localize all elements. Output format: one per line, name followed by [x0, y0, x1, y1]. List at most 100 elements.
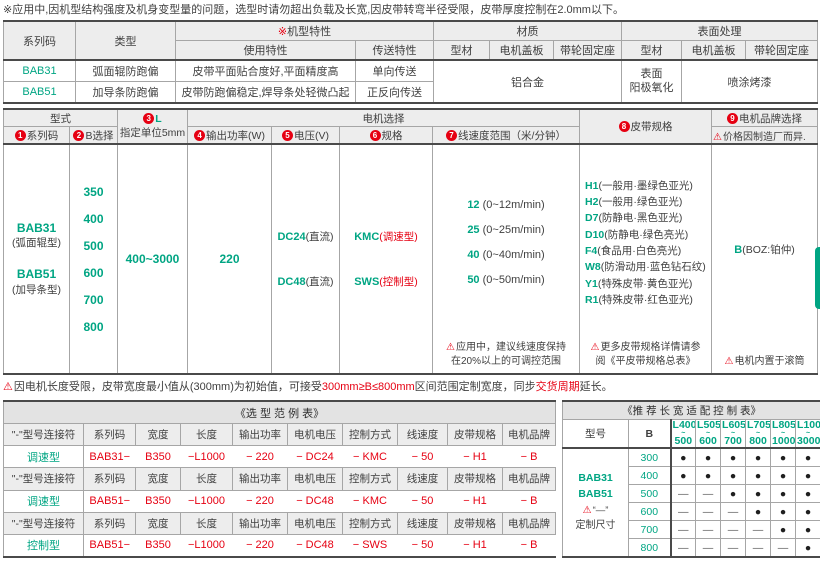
speed-value: 40: [467, 249, 479, 261]
circled-number-3: 3: [143, 113, 154, 124]
header-motor-brand-label: 电机品牌选择: [739, 113, 802, 125]
spec-cell: KMC(调速型) SWS(控制型): [340, 144, 433, 374]
speed-range: (0~40m/min): [483, 249, 545, 261]
availability-cell: ●: [796, 521, 820, 539]
recommend-table: 《推 荐 长 宽 适 配 控 制 表》 型号 B L400~500 L505~6…: [562, 400, 820, 558]
series-code: BAB31: [17, 221, 56, 235]
series-code: BAB51: [17, 267, 56, 281]
header-cell: 控制方式: [343, 424, 398, 446]
belt-code: F4: [585, 245, 597, 257]
speed-range: (0~12m/min): [483, 199, 545, 211]
availability-cell: ●: [796, 539, 820, 558]
header-cell: 长度: [181, 512, 233, 534]
model-line: BAB31: [578, 472, 612, 484]
belt-code: R1: [585, 294, 598, 306]
b-option: 600: [83, 267, 103, 279]
example-part: − B: [503, 446, 556, 468]
availability-cell: —: [746, 539, 771, 558]
circled-number-6: 6: [370, 130, 381, 141]
header-cell: 宽度: [136, 468, 181, 490]
availability-cell: —: [721, 521, 746, 539]
speed-option: 50 (0~50m/min): [467, 275, 544, 286]
surface-profile-value: 表面阳极氧化: [622, 60, 682, 103]
availability-cell: —: [671, 503, 696, 521]
speed-option: 25 (0~25m/min): [467, 225, 544, 236]
series-desc: (加导条型): [12, 284, 61, 296]
speed-value: 25: [467, 224, 479, 236]
belt-note-line2: 阅《平皮带规格总表》: [596, 356, 696, 367]
header-cell: 线速度: [398, 424, 448, 446]
l-bottom: 500: [675, 435, 693, 447]
example-part: − H1: [448, 534, 503, 557]
voltage-option: DC24(直流): [277, 229, 333, 244]
model-line: BAB51: [578, 488, 612, 500]
page-edge-tab: [815, 247, 820, 309]
belt-code: W8: [585, 261, 601, 273]
example-part: − 50: [398, 446, 448, 468]
model-cell: BAB31 BAB51 ⚠“—” 定制尺寸: [563, 448, 629, 557]
belt-option: R1(特殊皮带·红色亚光): [585, 292, 693, 308]
warning-icon: ⚠: [713, 132, 722, 143]
top-note: ※应用中,因机型结构强度及机身变型量的问题，选型时请勿超出负载及长宽,因皮带转弯…: [3, 2, 817, 18]
voltage-cell: DC24(直流) DC48(直流): [272, 144, 340, 374]
header-use-feature: 使用特性: [176, 41, 356, 61]
header-cell: 线速度: [398, 468, 448, 490]
selection-table: 型式 3L 指定单位5mm 电机选择 8皮带规格 9电机品牌选择 1系列码 2B…: [3, 108, 818, 375]
belt-desc: (防静电·黑色亚光): [598, 212, 682, 224]
header-length-code: L: [155, 113, 161, 125]
header-line-speed-label: 线速度范围（米/分钟）: [458, 130, 566, 142]
header-pulley-seat: 带轮固定座: [554, 41, 622, 61]
header-spec: 6规格: [340, 127, 433, 145]
example-part: − B: [503, 490, 556, 512]
b-option: 700: [83, 294, 103, 306]
belt-desc: (食品用·白色亮光): [597, 245, 681, 257]
brand-cell: B(BOZ:铂仲) ⚠电机内置于滚筒: [712, 144, 818, 374]
width-note-suffix: 延长。: [580, 381, 613, 393]
header-cell: 长度: [181, 424, 233, 446]
availability-cell: ●: [721, 448, 746, 467]
header-line-speed: 7线速度范围（米/分钟）: [433, 127, 580, 145]
header-connector: "-"型号连接符: [4, 512, 84, 534]
belt-desc: (防静电·绿色亮光): [604, 229, 688, 241]
example-row-label: 调速型: [4, 490, 84, 512]
availability-cell: ●: [746, 467, 771, 485]
speed-note: ⚠应用中，建议线速度保持在20%以上的可调控范围: [433, 341, 579, 373]
width-note-delivery: 交货周期: [536, 381, 580, 393]
recommend-table-title: 《推 荐 长 宽 适 配 控 制 表》: [563, 401, 820, 420]
header-cell: 电机电压: [288, 424, 343, 446]
spec-option: SWS(控制型): [354, 274, 418, 289]
header-motor-group: 电机选择: [188, 109, 580, 127]
speed-range: (0~25m/min): [483, 224, 545, 236]
line-speed-cell: 12 (0~12m/min) 25 (0~25m/min) 40 (0~40m/…: [433, 144, 580, 374]
circled-number-9: 9: [727, 113, 738, 124]
catalog-page: ※应用中,因机型结构强度及机身变型量的问题，选型时请勿超出负载及长宽,因皮带转弯…: [0, 0, 820, 558]
spec-desc: (调速型): [379, 231, 418, 243]
example-part: BAB51−: [84, 534, 136, 557]
example-row: 调速型 BAB51− B350 −L1000 − 220 − DC48 − KM…: [4, 490, 556, 512]
warning-icon: ⚠: [3, 381, 13, 393]
example-part: − KMC: [343, 490, 398, 512]
header-machine-features: ※机型特性: [176, 21, 434, 41]
header-spec-label: 规格: [382, 130, 403, 142]
header-voltage: 5电压(V): [272, 127, 340, 145]
example-part: − DC48: [288, 534, 343, 557]
b-value: 800: [629, 539, 671, 558]
example-row-label: 调速型: [4, 446, 84, 468]
header-connector: "-"型号连接符: [4, 424, 84, 446]
header-voltage-label: 电压(V): [294, 130, 329, 142]
b-option: 400: [83, 213, 103, 225]
example-part: BAB31−: [84, 446, 136, 468]
availability-cell: ●: [796, 467, 820, 485]
belt-option: D7(防静电·黑色亚光): [585, 210, 682, 226]
belt-note: ⚠更多皮带规格详情请参阅《平皮带规格总表》: [580, 341, 711, 373]
belt-option: W8(防滑动用·蓝色钻石纹): [585, 259, 706, 275]
speed-value: 50: [467, 274, 479, 286]
width-note-range: 300mm≥B≤800mm: [322, 381, 415, 393]
availability-cell: ●: [696, 448, 721, 467]
header-brand-note: ⚠价格因制造厂而异.: [712, 127, 818, 145]
length-cell: 400~3000: [118, 144, 188, 374]
b-value: 600: [629, 503, 671, 521]
header-cell: 输出功率: [233, 468, 288, 490]
belt-code: H2: [585, 196, 598, 208]
circled-number-1: 1: [15, 130, 26, 141]
